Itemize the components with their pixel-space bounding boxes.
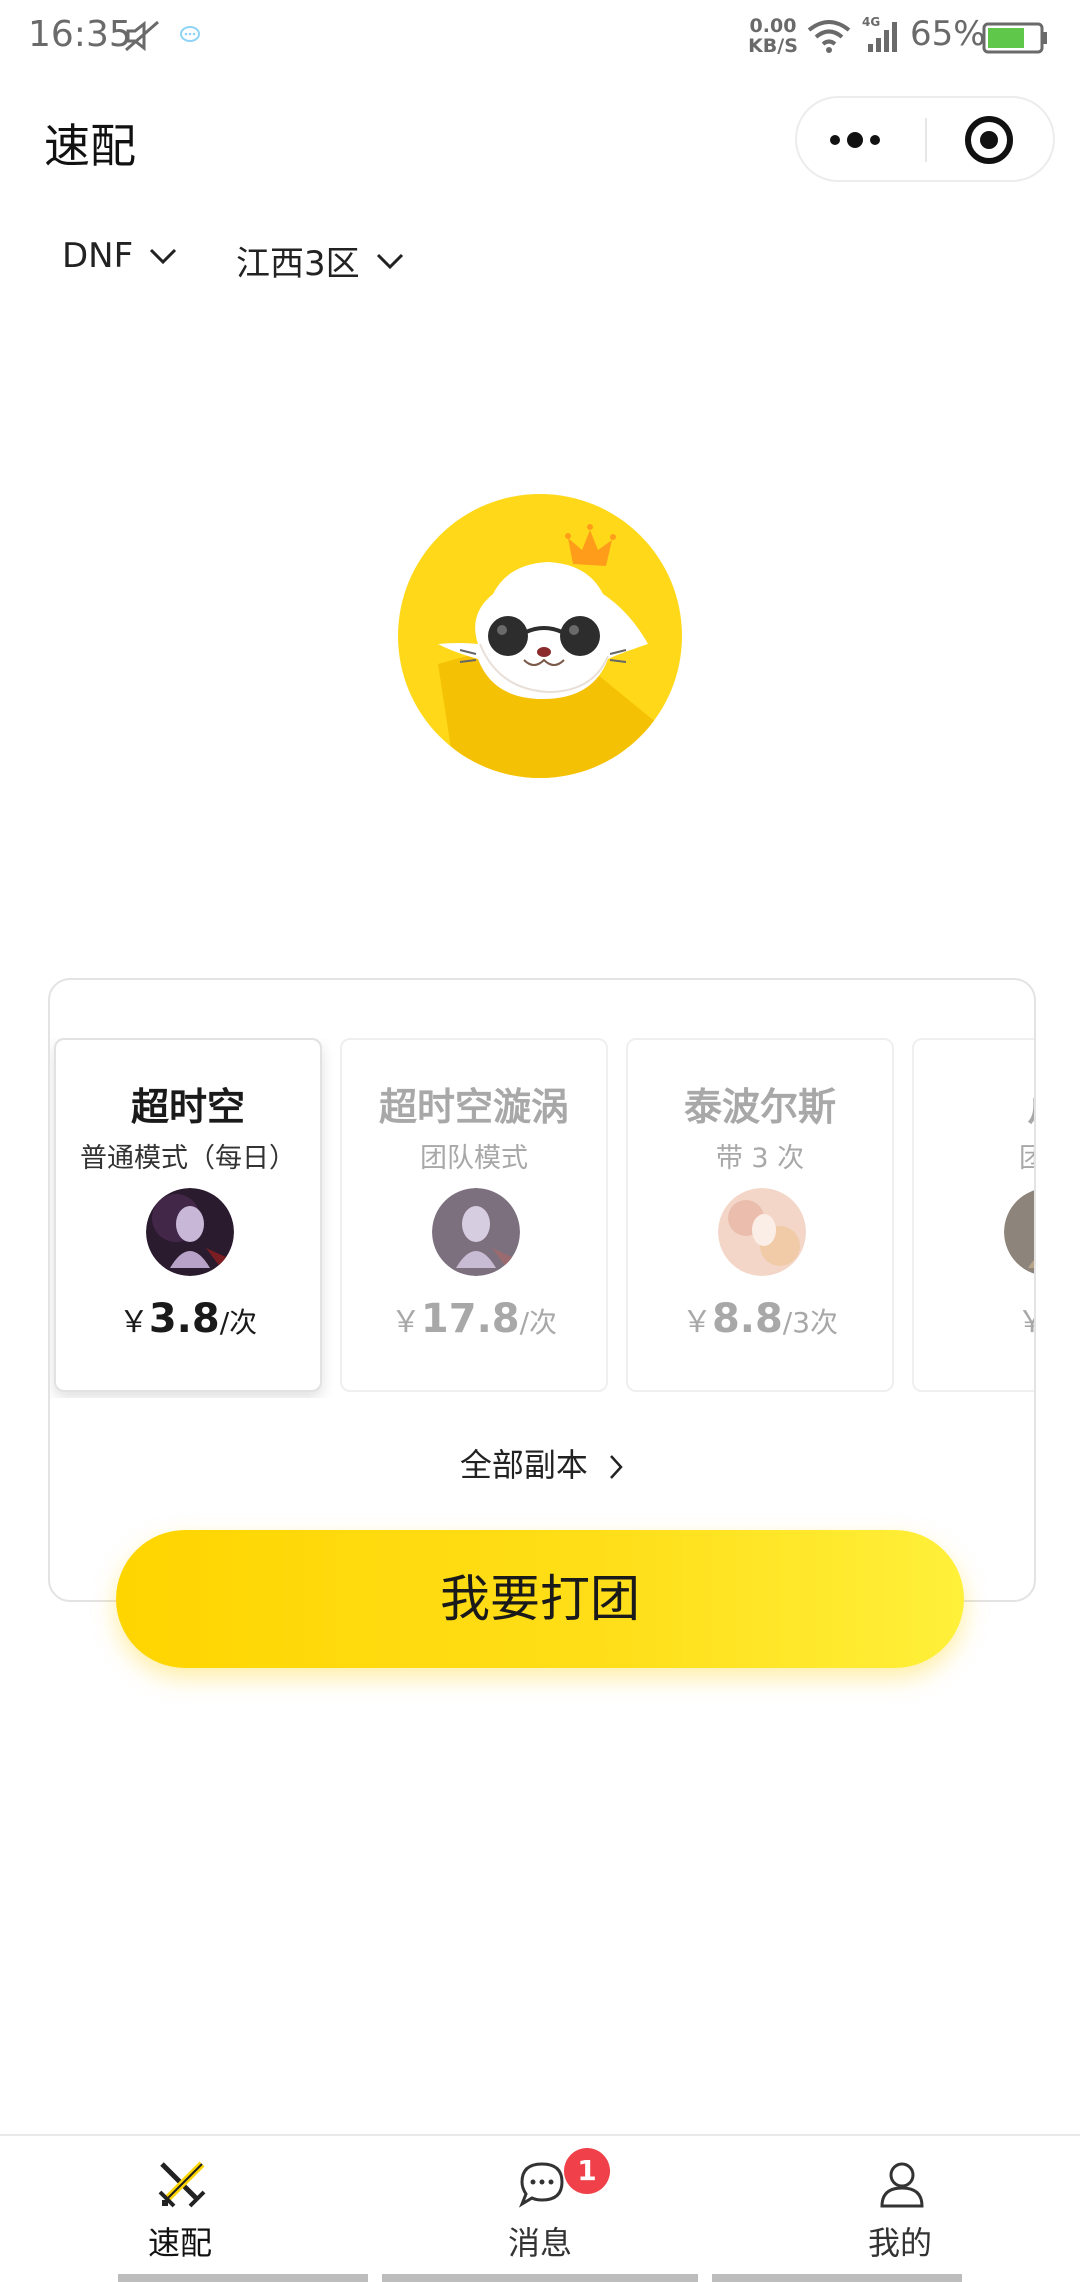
tab-label: 消息 xyxy=(507,2224,572,2262)
price-value: 17.8 xyxy=(420,1296,520,1342)
price-unit: /3次 xyxy=(782,1306,839,1339)
dungeon-carousel[interactable]: 超时空 普通模式（每日） ￥3.8/次 超时空漩涡 团队模式 ￥17.8/次 泰… xyxy=(50,1038,1034,1398)
battery-icon xyxy=(982,22,1048,58)
status-time: 16:35 xyxy=(28,14,132,55)
home-indicator xyxy=(712,2274,962,2282)
mute-icon xyxy=(124,20,162,56)
dungeon-card: 超时空 普通模式（每日） ￥3.8/次 超时空漩涡 团队模式 ￥17.8/次 泰… xyxy=(48,978,1036,1602)
price-value: 8.8 xyxy=(711,1296,783,1342)
price-currency: ￥ xyxy=(1017,1305,1034,1340)
dungeon-name: 泰波尔斯 xyxy=(683,1085,836,1129)
swords-icon xyxy=(156,2158,208,2214)
tab-label: 速配 xyxy=(147,2224,212,2262)
status-bar: 16:35 0.00 KB/S 4G 65% xyxy=(0,0,1080,72)
capsule-divider xyxy=(925,118,927,162)
user-icon xyxy=(876,2158,928,2214)
tab-messages[interactable]: 1 消息 xyxy=(420,2136,660,2270)
dungeon-item[interactable]: 超时空 普通模式（每日） ￥3.8/次 xyxy=(54,1038,322,1392)
wifi-icon xyxy=(806,18,852,58)
dungeon-mode: 带 3 次 xyxy=(715,1143,805,1174)
tab-profile[interactable]: 我的 xyxy=(780,2136,1020,2270)
network-speed-unit: KB/S xyxy=(748,35,798,57)
dungeon-name: 卢 xyxy=(914,1076,1034,1131)
dungeon-avatar xyxy=(718,1188,806,1276)
all-dungeons-label: 全部副本 xyxy=(459,1446,588,1484)
tab-label: 我的 xyxy=(867,2224,932,2262)
price-unit: /次 xyxy=(519,1306,558,1339)
game-filter-label: DNF xyxy=(62,236,134,276)
dungeon-mode: 团队 xyxy=(914,1136,1034,1175)
page-title: 速配 xyxy=(44,119,136,173)
start-team-button[interactable]: 我要打团 xyxy=(116,1530,964,1668)
price-currency: ￥ xyxy=(118,1305,149,1340)
dungeon-mode: 普通模式（每日） xyxy=(80,1143,296,1174)
chat-icon xyxy=(516,2158,568,2214)
price-value: 3.8 xyxy=(148,1296,220,1342)
dungeon-name: 超时空漩涡 xyxy=(378,1085,569,1129)
dungeon-avatar xyxy=(1004,1188,1034,1276)
price-currency: ￥ xyxy=(390,1305,421,1340)
home-indicator xyxy=(118,2274,368,2282)
dungeon-price: ￥17.8/次 xyxy=(342,1296,606,1342)
server-filter-label: 江西3区 xyxy=(236,244,360,284)
server-filter[interactable]: 江西3区 xyxy=(236,236,404,285)
chevron-right-icon xyxy=(610,1455,623,1479)
signal-icon: 4G xyxy=(862,14,902,58)
network-speed: 0.00 KB/S xyxy=(745,16,801,56)
dungeon-item[interactable]: 卢 团队 ￥1 xyxy=(912,1038,1034,1392)
mini-program-capsule xyxy=(795,96,1055,182)
dungeon-mode: 团队模式 xyxy=(420,1143,528,1174)
price-unit: /次 xyxy=(219,1306,258,1339)
battery-percent: 65% xyxy=(910,14,986,54)
tab-match[interactable]: 速配 xyxy=(60,2136,300,2270)
dungeon-price: ￥3.8/次 xyxy=(56,1296,320,1342)
home-indicator xyxy=(382,2274,698,2282)
all-dungeons-link[interactable]: 全部副本 xyxy=(50,1440,1034,1486)
chevron-down-icon xyxy=(376,253,403,269)
chevron-down-icon xyxy=(150,248,177,265)
dungeon-avatar xyxy=(146,1188,234,1276)
dungeon-avatar xyxy=(432,1188,520,1276)
dungeon-price: ￥8.8/3次 xyxy=(628,1296,892,1342)
tab-bar: 速配 1 消息 我的 xyxy=(0,2134,1080,2282)
dungeon-item[interactable]: 泰波尔斯 带 3 次 ￥8.8/3次 xyxy=(626,1038,894,1392)
app-logo xyxy=(398,494,682,778)
dungeon-item[interactable]: 超时空漩涡 团队模式 ￥17.8/次 xyxy=(340,1038,608,1392)
more-icon[interactable] xyxy=(827,124,889,160)
dungeon-price: ￥1 xyxy=(914,1296,1034,1342)
game-filter[interactable]: DNF xyxy=(62,236,177,276)
dungeon-name: 超时空 xyxy=(130,1085,245,1129)
target-icon[interactable] xyxy=(963,114,1015,170)
chat-bubble-icon xyxy=(178,24,202,50)
message-badge: 1 xyxy=(564,2148,610,2194)
price-currency: ￥ xyxy=(681,1305,712,1340)
svg-text:4G: 4G xyxy=(862,15,880,29)
network-speed-value: 0.00 xyxy=(749,15,797,37)
